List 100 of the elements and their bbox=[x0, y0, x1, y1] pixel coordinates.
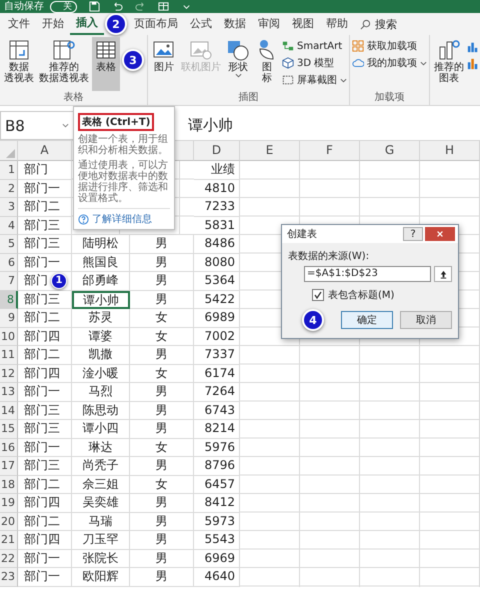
pivot-table-icon bbox=[7, 38, 31, 62]
ribbon-tab[interactable]: 开始 bbox=[36, 13, 70, 35]
row-header[interactable]: 21 bbox=[0, 531, 18, 550]
row-header[interactable]: 13 bbox=[0, 383, 18, 402]
table-cell: 男 bbox=[130, 420, 194, 438]
table-cell: 业绩 bbox=[194, 161, 240, 180]
row-header[interactable]: 1 bbox=[0, 161, 18, 180]
ribbon-tab[interactable]: 公式 bbox=[184, 13, 218, 35]
row-header[interactable]: 23 bbox=[0, 568, 18, 586]
row-header[interactable]: 17 bbox=[0, 457, 18, 476]
column-header[interactable]: G bbox=[360, 141, 420, 161]
table-cell: 张院长 bbox=[72, 550, 130, 568]
arrow-up-icon bbox=[438, 270, 448, 278]
ribbon-button[interactable]: 推荐的 数据透视表 bbox=[37, 37, 91, 91]
ribbon-button[interactable]: 图 标 bbox=[253, 37, 281, 91]
table-cell: 谭小帅 bbox=[72, 290, 130, 309]
checkbox-label: 表包含标题(M) bbox=[328, 288, 394, 302]
row-header[interactable]: 4 bbox=[0, 216, 18, 235]
ribbon-tab[interactable]: 审阅 bbox=[252, 13, 286, 35]
caret-icon bbox=[62, 123, 69, 128]
row-header[interactable]: 9 bbox=[0, 309, 18, 328]
ribbon-button[interactable]: SmartArt bbox=[282, 39, 347, 53]
table-cell: 部门三 bbox=[18, 457, 72, 476]
undo-icon[interactable] bbox=[112, 1, 123, 12]
row-header[interactable]: 11 bbox=[0, 346, 18, 364]
ribbon-button[interactable]: 获取加载项 bbox=[352, 39, 427, 53]
row-header[interactable]: 7 bbox=[0, 272, 18, 290]
grid-icon bbox=[352, 40, 364, 52]
ribbon-button[interactable]: 数据 透视表 bbox=[2, 37, 36, 91]
ribbon-button[interactable]: 表格 bbox=[92, 37, 120, 91]
learn-more-link[interactable]: 了解详细信息 bbox=[92, 212, 152, 226]
row-header[interactable]: 12 bbox=[0, 364, 18, 383]
field-label: 表数据的来源(W): bbox=[288, 250, 370, 263]
table-cell: 熊国良 bbox=[72, 254, 130, 272]
close-button[interactable] bbox=[425, 227, 455, 241]
dialog-button[interactable]: 确定 bbox=[341, 311, 393, 329]
row-header[interactable]: 2 bbox=[0, 180, 18, 198]
row-header[interactable]: 10 bbox=[0, 328, 18, 346]
help-button[interactable]: ? bbox=[403, 227, 423, 241]
column-chart-icon bbox=[467, 41, 479, 53]
column-header[interactable]: D bbox=[194, 141, 240, 161]
redo-icon[interactable] bbox=[135, 1, 146, 12]
row-header[interactable]: 14 bbox=[0, 402, 18, 420]
dialog-button[interactable]: 取消 bbox=[400, 311, 452, 329]
step-marker: 1 bbox=[51, 272, 67, 289]
row-header[interactable]: 18 bbox=[0, 476, 18, 494]
table-cell: 淦小暖 bbox=[72, 364, 130, 383]
table-cell: 男 bbox=[130, 290, 194, 309]
row-header[interactable]: 16 bbox=[0, 438, 18, 457]
save-icon[interactable] bbox=[89, 1, 100, 12]
table-icon[interactable] bbox=[158, 1, 169, 12]
search-box[interactable]: 搜索 bbox=[360, 16, 397, 32]
ribbon-button[interactable]: 3D 模型 bbox=[282, 56, 347, 70]
table-cell: 部门四 bbox=[18, 328, 72, 346]
table-cell: 8214 bbox=[194, 420, 240, 438]
ribbon-button[interactable]: 形状 bbox=[224, 37, 252, 91]
row-header[interactable]: 8 bbox=[0, 290, 18, 309]
tooltip-text: 通过使用表，可以方便地对数据表中的数据进行排序、筛选和设置格式。 bbox=[78, 160, 169, 204]
formula-field[interactable]: 谭小帅 bbox=[184, 111, 480, 140]
checkbox[interactable] bbox=[312, 289, 324, 301]
ribbon-tab[interactable]: 帮助 bbox=[320, 13, 354, 35]
column-header[interactable]: H bbox=[420, 141, 480, 161]
table-cell: 女 bbox=[130, 476, 194, 494]
collapse-button[interactable] bbox=[434, 266, 452, 282]
caret-icon bbox=[234, 73, 242, 78]
column-header[interactable]: F bbox=[300, 141, 360, 161]
table-cell: 8412 bbox=[194, 494, 240, 512]
pivot-table-icon bbox=[52, 38, 76, 62]
ribbon-tab[interactable]: 文件 bbox=[2, 13, 36, 35]
table-cell: 部门 bbox=[18, 161, 72, 180]
row-header[interactable]: 20 bbox=[0, 512, 18, 531]
row-header[interactable]: 5 bbox=[0, 235, 18, 254]
ribbon-button[interactable]: 推荐的 图表 bbox=[432, 37, 466, 91]
table-cell: 部门一 bbox=[18, 568, 72, 586]
table-cell: 部门一 bbox=[18, 438, 72, 457]
table-cell: 马烈 bbox=[72, 383, 130, 402]
caret-icon bbox=[340, 78, 347, 82]
row-header[interactable]: 19 bbox=[0, 494, 18, 512]
ribbon-button[interactable]: 图片 bbox=[150, 37, 178, 91]
table-cell: 女 bbox=[130, 364, 194, 383]
cube-icon bbox=[282, 57, 294, 69]
row-header[interactable]: 15 bbox=[0, 420, 18, 438]
table-cell: 部门三 bbox=[18, 290, 72, 309]
row-header[interactable]: 6 bbox=[0, 254, 18, 272]
column-header[interactable]: E bbox=[240, 141, 300, 161]
column-header[interactable]: A bbox=[18, 141, 72, 161]
table-cell: 男 bbox=[130, 272, 194, 290]
chart-icon bbox=[437, 38, 461, 62]
ribbon-tab[interactable]: 视图 bbox=[286, 13, 320, 35]
ribbon-tab[interactable]: 页面布局 bbox=[128, 13, 184, 35]
range-input[interactable]: =$A$1:$D$23 bbox=[304, 266, 431, 282]
row-header[interactable]: 3 bbox=[0, 198, 18, 216]
step-marker: 3 bbox=[122, 49, 144, 71]
table-cell: 部门一 bbox=[18, 254, 72, 272]
table-cell: 部门一 bbox=[18, 550, 72, 568]
row-header[interactable]: 22 bbox=[0, 550, 18, 568]
ribbon-button[interactable]: 屏幕截图 bbox=[282, 73, 347, 87]
ribbon-tab[interactable]: 数据 bbox=[218, 13, 252, 35]
ribbon-button[interactable]: 我的加载项 bbox=[352, 56, 427, 70]
table-cell: 男 bbox=[130, 235, 194, 254]
